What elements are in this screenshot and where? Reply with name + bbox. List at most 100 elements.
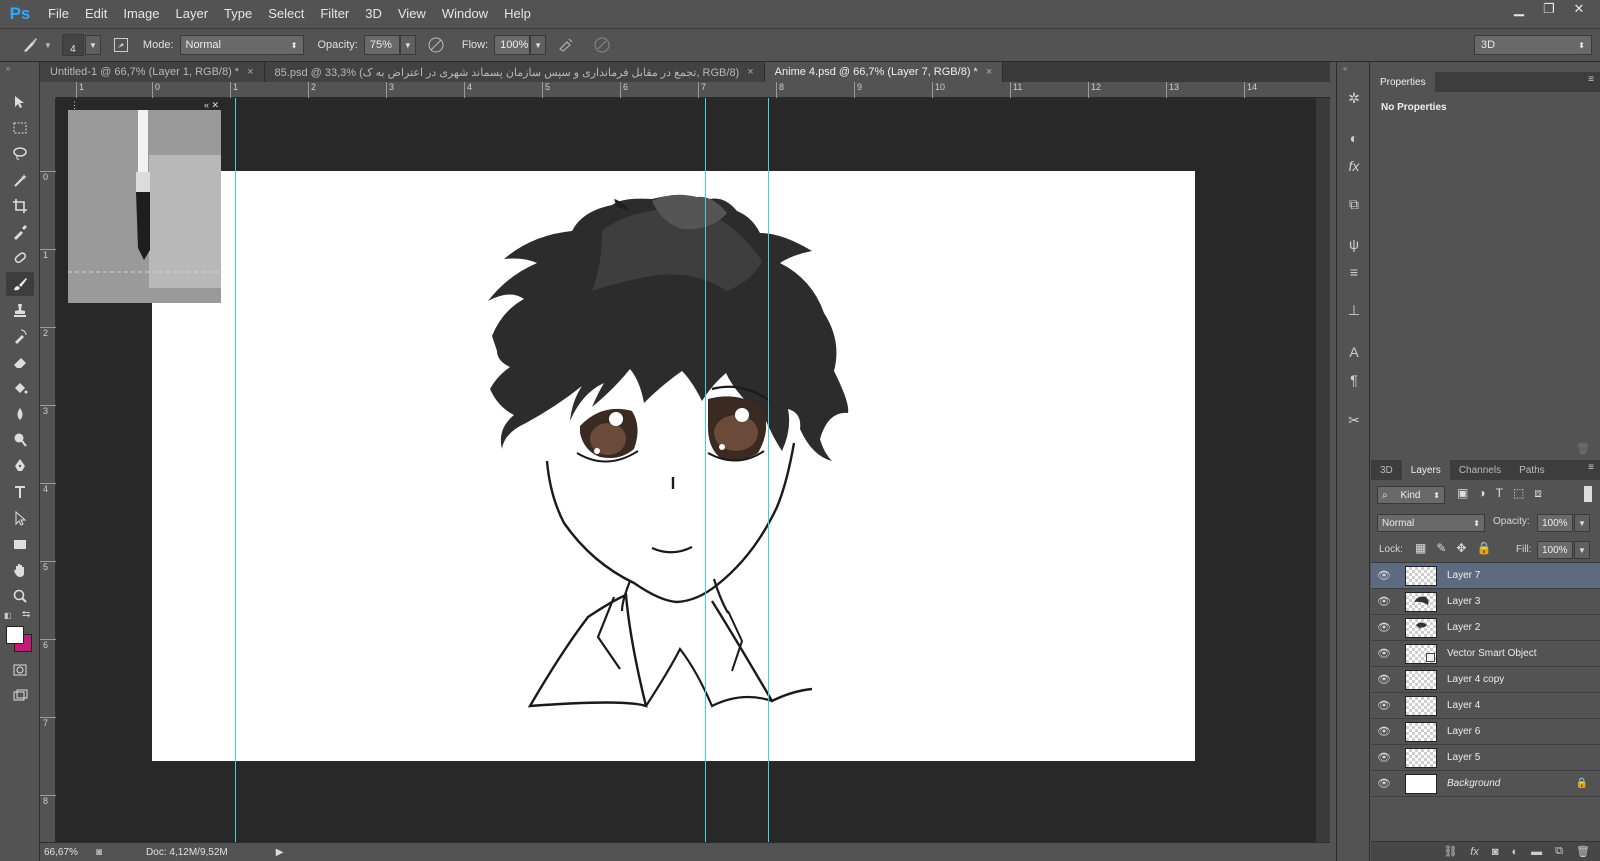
menu-image[interactable]: Image xyxy=(115,0,167,28)
filter-type-icon[interactable]: T xyxy=(1496,486,1503,501)
pressure-opacity-icon[interactable] xyxy=(424,33,448,57)
mode-select[interactable]: Normal ⬍ xyxy=(179,35,304,55)
document-canvas[interactable] xyxy=(152,171,1195,761)
restore-button[interactable]: ❐ xyxy=(1534,0,1564,18)
menu-edit[interactable]: Edit xyxy=(77,0,115,28)
swap-colors-icon[interactable]: ⇆ xyxy=(22,609,30,620)
add-mask-icon[interactable]: ◙ xyxy=(1492,846,1499,858)
flow-input[interactable]: 100% xyxy=(494,35,531,55)
menu-file[interactable]: File xyxy=(40,0,77,28)
opacity-dropdown[interactable]: ▼ xyxy=(399,35,416,55)
opacity-input[interactable]: 75% xyxy=(363,35,400,55)
filter-pixel-icon[interactable]: ▣ xyxy=(1457,486,1468,501)
lasso-tool-icon[interactable] xyxy=(6,142,34,166)
canvas-pasteboard[interactable]: ⋮ « ✕ xyxy=(56,98,1316,842)
workspace-switcher[interactable]: 3D ⬍ xyxy=(1474,35,1592,55)
tab-85-psd[interactable]: 85.psd @ 33,3% (تجمع در مقابل فرمانداری … xyxy=(264,62,765,82)
lock-position-icon[interactable]: ✥ xyxy=(1456,541,1466,555)
visibility-eye-icon[interactable]: 👁 xyxy=(1371,699,1397,712)
menu-select[interactable]: Select xyxy=(260,0,312,28)
filter-shape-icon[interactable]: ⬚ xyxy=(1513,486,1524,501)
guide-line[interactable] xyxy=(235,98,236,842)
visibility-eye-icon[interactable]: 👁 xyxy=(1371,725,1397,738)
type-tool-icon[interactable] xyxy=(6,480,34,504)
hand-tool-icon[interactable] xyxy=(6,558,34,582)
guide-line[interactable] xyxy=(768,98,769,842)
menu-layer[interactable]: Layer xyxy=(168,0,217,28)
clone-stamp-tool-icon[interactable] xyxy=(6,298,34,322)
status-menu-arrow[interactable]: ▶ xyxy=(276,847,284,858)
screen-mode-icon[interactable] xyxy=(6,684,34,708)
styles-fx-icon[interactable]: fx xyxy=(1342,154,1366,178)
zoom-level[interactable]: 66,67% xyxy=(44,847,92,858)
minimize-button[interactable]: ▁ xyxy=(1504,0,1534,18)
layer-row-layer-7[interactable]: 👁 Layer 7 xyxy=(1371,563,1600,589)
magic-wand-tool-icon[interactable] xyxy=(6,168,34,192)
layer-row-layer-4-copy[interactable]: 👁 Layer 4 copy xyxy=(1371,667,1600,693)
layer-row-layer-4[interactable]: 👁 Layer 4 xyxy=(1371,693,1600,719)
brush-preview-panel[interactable] xyxy=(68,110,221,303)
layer-filter-kind[interactable]: ⌕ Kind ⬍ xyxy=(1377,486,1445,504)
eyedropper-tool-icon[interactable] xyxy=(6,220,34,244)
tab-layers[interactable]: Layers xyxy=(1401,460,1450,480)
menu-help[interactable]: Help xyxy=(496,0,539,28)
paint-bucket-tool-icon[interactable] xyxy=(6,376,34,400)
layer-row-layer-2[interactable]: 👁 Layer 2 xyxy=(1371,615,1600,641)
move-tool-icon[interactable] xyxy=(6,90,34,114)
close-tab-icon[interactable]: × xyxy=(747,66,753,78)
visibility-eye-icon[interactable]: 👁 xyxy=(1371,673,1397,686)
link-layers-icon[interactable]: ⛓ xyxy=(1443,845,1457,858)
tab-paths[interactable]: Paths xyxy=(1510,460,1554,480)
tab-untitled-1[interactable]: Untitled-1 @ 66,7% (Layer 1, RGB/8) * × xyxy=(40,62,265,82)
visibility-eye-icon[interactable]: 👁 xyxy=(1371,595,1397,608)
history-icon[interactable]: ⧉ xyxy=(1342,192,1366,216)
eraser-tool-icon[interactable] xyxy=(6,350,34,374)
layer-row-background[interactable]: 👁 Background 🔒 xyxy=(1371,771,1600,797)
clone-source-icon[interactable]: ⊥ xyxy=(1342,298,1366,322)
foreground-color-swatch[interactable] xyxy=(6,626,24,644)
brush-tool-icon[interactable] xyxy=(6,272,34,296)
tool-presets-icon[interactable]: ✂ xyxy=(1342,408,1366,432)
brush-preview-controls[interactable]: « ✕ xyxy=(204,100,219,111)
history-brush-tool-icon[interactable] xyxy=(6,324,34,348)
pressure-size-icon[interactable] xyxy=(590,33,614,57)
menu-type[interactable]: Type xyxy=(216,0,260,28)
blur-tool-icon[interactable] xyxy=(6,402,34,426)
new-group-icon[interactable]: ▬ xyxy=(1531,846,1542,858)
lock-transparent-icon[interactable]: ▦ xyxy=(1415,541,1426,555)
character-icon[interactable]: A xyxy=(1342,340,1366,364)
brush-tool-preset-icon[interactable] xyxy=(18,33,42,57)
layer-row-layer-3[interactable]: 👁 Layer 3 xyxy=(1371,589,1600,615)
layer-opacity-input[interactable]: 100% xyxy=(1537,514,1573,532)
adjustments-icon[interactable]: ◐ xyxy=(1342,126,1366,150)
fill-dropdown[interactable]: ▼ xyxy=(1574,541,1590,559)
guide-line[interactable] xyxy=(705,98,706,842)
close-tab-icon[interactable]: × xyxy=(986,66,992,78)
layer-opacity-dropdown[interactable]: ▼ xyxy=(1574,514,1590,532)
ruler-origin[interactable] xyxy=(40,82,56,98)
marquee-tool-icon[interactable] xyxy=(6,116,34,140)
close-tab-icon[interactable]: × xyxy=(247,66,253,78)
layer-row-vector-smart-object[interactable]: 👁 Vector Smart Object xyxy=(1371,641,1600,667)
add-layer-style-icon[interactable]: fx xyxy=(1470,846,1479,858)
brush-presets-icon[interactable]: ψ xyxy=(1342,232,1366,256)
layer-row-layer-5[interactable]: 👁 Layer 5 xyxy=(1371,745,1600,771)
airbrush-icon[interactable] xyxy=(554,33,578,57)
fill-input[interactable]: 100% xyxy=(1537,541,1573,559)
flow-dropdown[interactable]: ▼ xyxy=(530,35,547,55)
new-layer-icon[interactable]: ⧉ xyxy=(1555,845,1563,858)
brush-panel-toggle-icon[interactable] xyxy=(109,33,133,57)
quick-mask-icon[interactable] xyxy=(6,658,34,682)
toolbox-collapse-icon[interactable]: » xyxy=(6,64,10,73)
filter-smart-object-icon[interactable]: ⧈ xyxy=(1534,486,1542,501)
status-info-icon[interactable]: ◙ xyxy=(96,847,102,858)
default-colors-icon[interactable]: ◧ xyxy=(4,611,12,620)
tab-3d[interactable]: 3D xyxy=(1371,460,1402,480)
brush-panel-icon[interactable]: ≡ xyxy=(1342,260,1366,284)
properties-menu-icon[interactable]: ≡ xyxy=(1588,74,1594,85)
close-window-button[interactable]: ✕ xyxy=(1564,0,1594,18)
blend-mode-select[interactable]: Normal ⬍ xyxy=(1377,514,1485,532)
strip-collapse-icon[interactable]: « xyxy=(1343,64,1347,73)
healing-brush-tool-icon[interactable] xyxy=(6,246,34,270)
lock-all-icon[interactable]: 🔒 xyxy=(1476,541,1491,555)
